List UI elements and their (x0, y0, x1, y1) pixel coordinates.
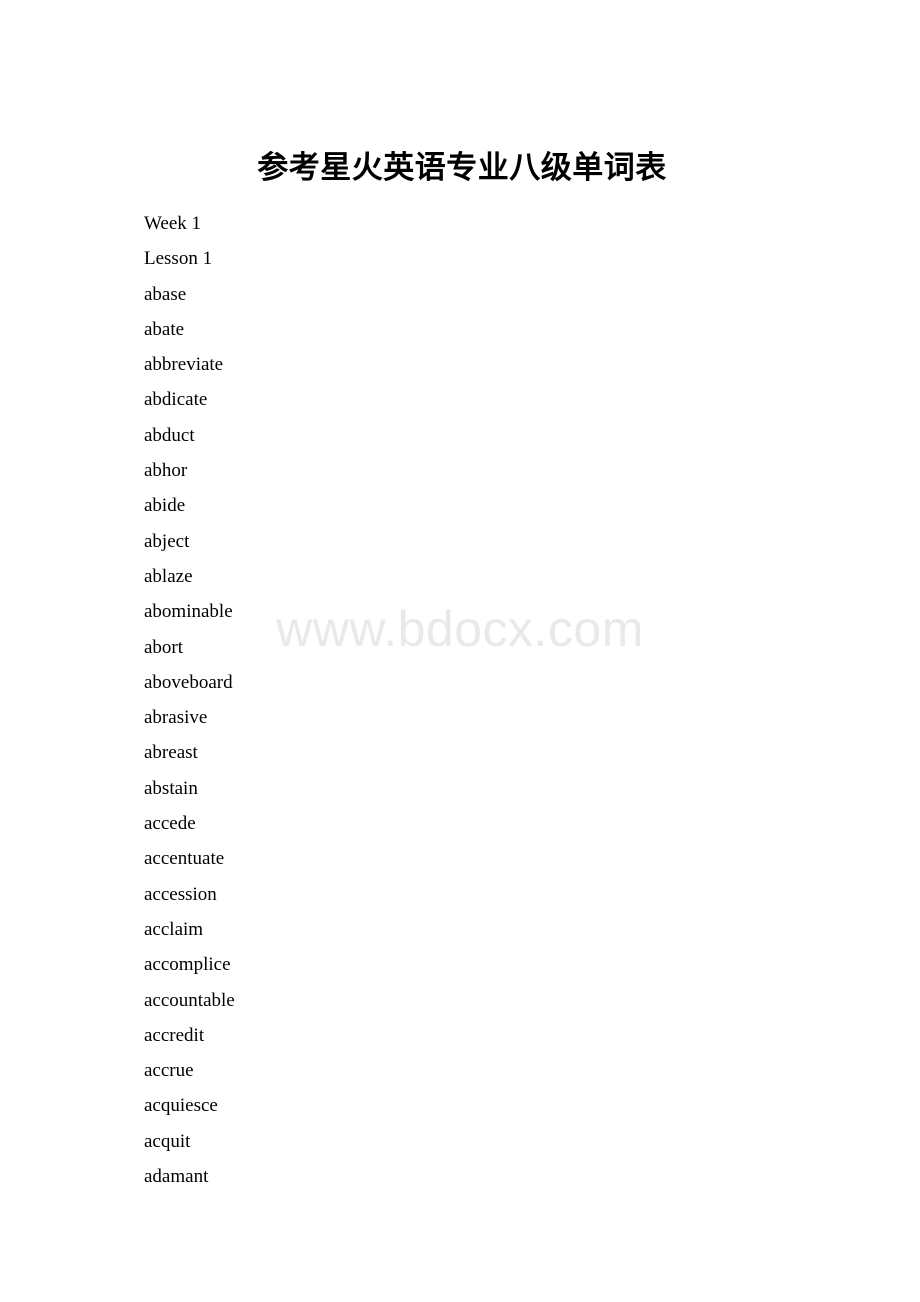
list-item: abject (144, 530, 190, 552)
page-title: 参考星火英语专业八级单词表 (257, 150, 667, 185)
list-item: adamant (144, 1166, 209, 1188)
list-item: abide (144, 495, 186, 517)
list-item: abhor (144, 460, 188, 482)
list-item: Week 1 (144, 213, 202, 234)
list-item: aboveboard (144, 671, 233, 693)
list-item: ablaze (144, 565, 193, 587)
list-item: accede (144, 813, 196, 835)
list-item: accountable (144, 989, 235, 1011)
list-item: abrasive (144, 707, 208, 729)
list-item: accomplice (144, 954, 231, 976)
list-item: abbreviate (144, 354, 224, 376)
list-item: abreast (144, 742, 198, 764)
list-item: abdicate (144, 389, 208, 411)
list-item: abase (144, 283, 187, 305)
list-item: abduct (144, 424, 195, 446)
vocabulary-word-list: Week 1 Lesson 1 abase abate abbreviate abdica… (144, 206, 920, 1194)
list-item: acquiesce (144, 1095, 218, 1117)
list-item: abort (144, 636, 184, 658)
list-item: abate (144, 318, 185, 340)
list-item: accredit (144, 1024, 205, 1046)
list-item: accrue (144, 1060, 194, 1082)
list-item: accentuate (144, 848, 225, 870)
list-item: acquit (144, 1130, 191, 1152)
list-item: acclaim (144, 918, 204, 940)
list-item: accession (144, 883, 217, 905)
document-body: 参考星火英语专业八级单词表 Week 1 Lesson 1 abase abate ab… (0, 0, 920, 1187)
list-item: abominable (144, 601, 233, 623)
document-page: www.bdocx.com 参考星火英语专业八级单词表 Week 1 Lesson… (0, 0, 920, 1302)
list-item: Lesson 1 (144, 248, 213, 270)
list-item: abstain (144, 777, 198, 799)
